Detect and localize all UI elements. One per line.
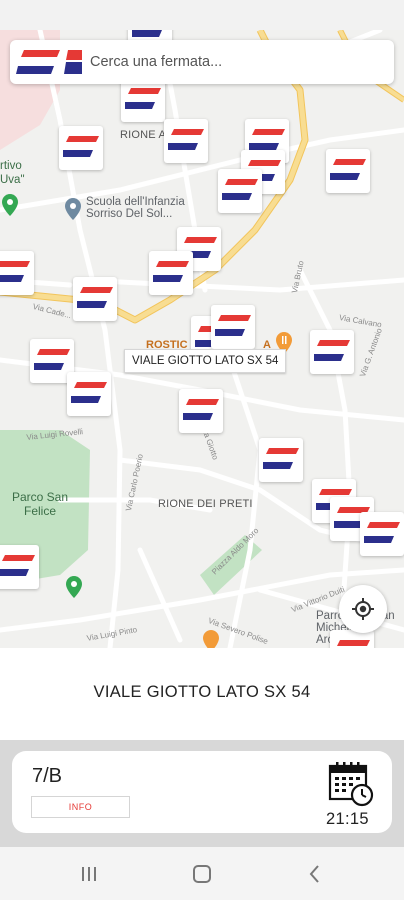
poi-pin-icon[interactable] xyxy=(2,194,18,216)
line-card[interactable]: 7/B INFO 21:15 xyxy=(12,751,392,833)
bus-stop-marker-icon[interactable] xyxy=(0,545,39,589)
bus-stop-marker-icon[interactable] xyxy=(59,126,103,170)
partial-label-2: Uva" xyxy=(0,174,25,186)
bus-stop-marker-icon[interactable] xyxy=(218,169,262,213)
back-icon[interactable] xyxy=(302,861,328,887)
bus-stop-marker-icon[interactable] xyxy=(211,305,255,349)
line-number: 7/B xyxy=(32,765,63,787)
home-icon[interactable] xyxy=(189,861,215,887)
bus-stop-marker-icon[interactable] xyxy=(73,277,117,321)
bus-stop-marker-icon[interactable] xyxy=(67,372,111,416)
partial-label-1: rtivo xyxy=(0,160,22,172)
park-label: Parco San Felice xyxy=(11,490,69,518)
bus-stop-marker-icon[interactable] xyxy=(179,389,223,433)
app-root: RIONE ANDELAI RIONE DEI PRETI Parco San … xyxy=(0,0,404,900)
bus-stop-marker-icon[interactable] xyxy=(0,251,34,295)
system-nav-bar xyxy=(0,847,404,900)
crosshair-icon xyxy=(352,598,374,620)
recent-apps-icon[interactable] xyxy=(76,861,102,887)
school-label: Scuola dell'Infanzia Sorriso Del Sol... xyxy=(86,196,185,220)
park-pin-icon[interactable] xyxy=(66,576,82,598)
bus-stop-marker-icon[interactable] xyxy=(121,78,165,122)
departure-time: 21:15 xyxy=(326,810,369,828)
bus-stop-marker-icon[interactable] xyxy=(326,149,370,193)
bus-stop-marker-icon[interactable] xyxy=(259,438,303,482)
search-input[interactable] xyxy=(90,52,380,72)
area-label-preti: RIONE DEI PRETI xyxy=(158,498,253,510)
bus-stop-marker-icon[interactable] xyxy=(360,512,404,556)
school-pin-icon[interactable] xyxy=(65,198,81,220)
map-view[interactable]: RIONE ANDELAI RIONE DEI PRETI Parco San … xyxy=(0,30,404,648)
bus-stop-marker-icon[interactable] xyxy=(310,330,354,374)
shop-pin-icon[interactable] xyxy=(203,630,219,648)
search-bar[interactable] xyxy=(10,40,394,84)
lines-panel: 7/B INFO 21:15 xyxy=(0,740,404,847)
app-logo-icon xyxy=(16,50,82,74)
calendar-clock-icon[interactable] xyxy=(328,761,374,807)
info-button[interactable]: INFO xyxy=(31,796,130,818)
selected-stop-name: VIALE GIOTTO LATO SX 54 xyxy=(93,683,311,701)
bus-stop-marker-icon[interactable] xyxy=(164,119,208,163)
stop-tooltip: VIALE GIOTTO LATO SX 54 xyxy=(124,349,287,373)
bus-stop-marker-icon[interactable] xyxy=(149,251,193,295)
my-location-button[interactable] xyxy=(339,585,387,633)
status-bar xyxy=(0,0,404,30)
